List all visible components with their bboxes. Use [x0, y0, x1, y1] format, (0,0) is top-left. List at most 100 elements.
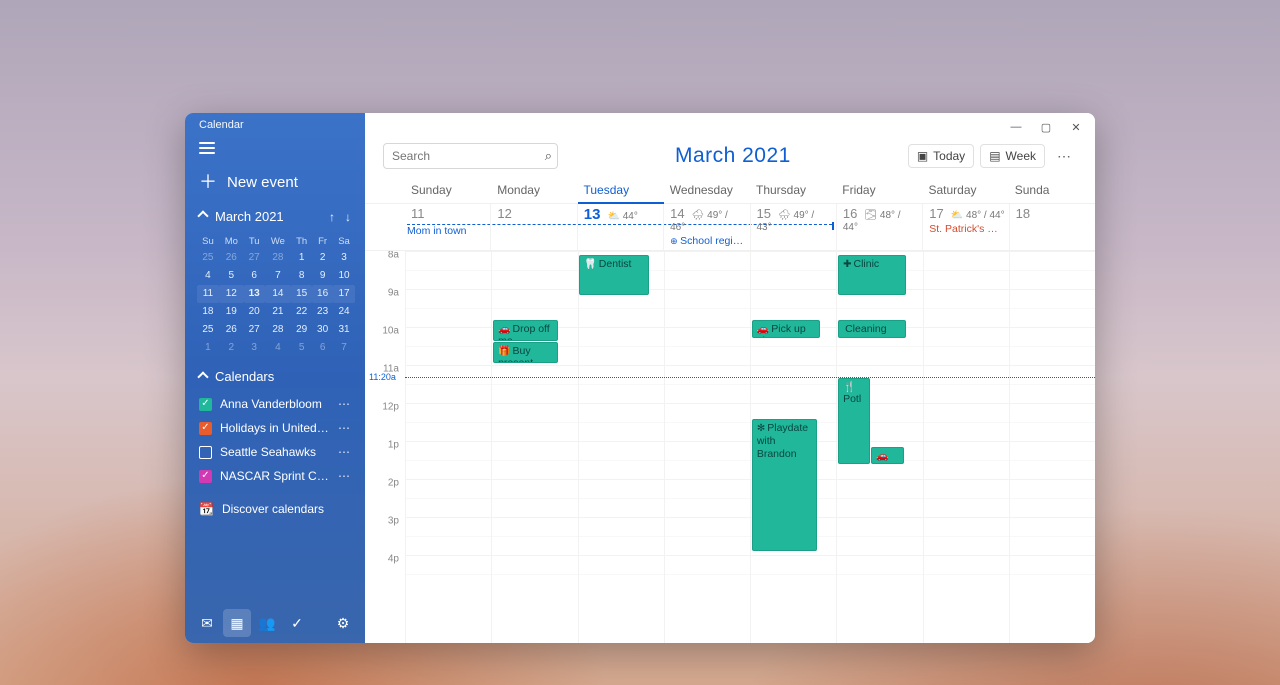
close-button[interactable]: ✕: [1061, 115, 1091, 139]
mini-cal-day[interactable]: 20: [244, 303, 265, 321]
calendar-checkbox[interactable]: [199, 422, 212, 435]
mini-cal-day[interactable]: 6: [312, 339, 333, 357]
day-header[interactable]: Monday: [491, 175, 577, 203]
today-button[interactable]: ▣ Today: [908, 144, 974, 168]
discover-calendars-button[interactable]: 📆 Discover calendars: [185, 492, 365, 526]
calendar-list-item[interactable]: Seattle Seahawks ⋯: [199, 440, 361, 464]
calendar-event[interactable]: Cleaning: [838, 320, 906, 338]
calendar-nav-icon[interactable]: ▦: [223, 609, 251, 637]
mini-cal-day[interactable]: 10: [333, 267, 355, 285]
mini-cal-day[interactable]: 3: [244, 339, 265, 357]
week-view-button[interactable]: ▤ Week: [980, 144, 1045, 168]
date-cell[interactable]: 16 🌫 48° / 44°: [836, 204, 922, 250]
mini-cal-day[interactable]: 30: [312, 321, 333, 339]
day-column[interactable]: [664, 251, 750, 643]
date-cell[interactable]: 13 ⛅ 44°: [577, 204, 663, 250]
calendar-event[interactable]: 🚗Mar: [871, 447, 903, 464]
calendar-list-item[interactable]: Holidays in United States ⋯: [199, 416, 361, 440]
maximize-button[interactable]: ▢: [1031, 115, 1061, 139]
mini-cal-day[interactable]: 27: [244, 321, 265, 339]
calendar-list-item[interactable]: Anna Vanderbloom ⋯: [199, 392, 361, 416]
day-column[interactable]: 🦷Dentist: [578, 251, 664, 643]
hamburger-icon[interactable]: [185, 135, 365, 161]
mini-cal-day[interactable]: 1: [291, 249, 312, 267]
day-header[interactable]: Thursday: [750, 175, 836, 203]
search-icon[interactable]: ⌕: [545, 148, 552, 164]
mini-cal-day[interactable]: 28: [265, 249, 292, 267]
mini-cal-day[interactable]: 11: [197, 285, 219, 303]
mini-cal-day[interactable]: 27: [244, 249, 265, 267]
mini-cal-day[interactable]: 4: [197, 267, 219, 285]
mini-cal-day[interactable]: 26: [219, 249, 244, 267]
allday-event[interactable]: St. Patrick's Day: [929, 223, 1004, 236]
calendar-checkbox[interactable]: [199, 446, 212, 459]
mini-cal-day[interactable]: 19: [219, 303, 244, 321]
mini-cal-day[interactable]: 7: [333, 339, 355, 357]
date-cell[interactable]: 15 🌧 49° / 43°: [750, 204, 836, 250]
more-options-icon[interactable]: ⋯: [1051, 144, 1077, 169]
mini-cal-day[interactable]: 7: [265, 267, 292, 285]
mini-cal-day[interactable]: 31: [333, 321, 355, 339]
search-input[interactable]: [383, 143, 558, 169]
mini-cal-day[interactable]: 22: [291, 303, 312, 321]
mini-cal-day[interactable]: 15: [291, 285, 312, 303]
calendar-event[interactable]: 🎁Buy present: [493, 342, 558, 363]
next-month-arrow[interactable]: ↓: [345, 210, 351, 224]
calendar-checkbox[interactable]: [199, 470, 212, 483]
mini-cal-day[interactable]: 24: [333, 303, 355, 321]
month-navigator[interactable]: March 2021 ↑ ↓: [185, 205, 365, 228]
calendar-event[interactable]: 🍴Potl: [838, 378, 870, 464]
calendar-event[interactable]: ✚Clinic: [838, 255, 906, 295]
calendar-grid[interactable]: 8a9a10a11a12p1p2p3p4p11:20a 🚗Drop off mo…: [365, 251, 1095, 643]
calendar-more-icon[interactable]: ⋯: [338, 397, 351, 411]
mini-cal-day[interactable]: 4: [265, 339, 292, 357]
date-cell[interactable]: 11 Mom in town: [405, 204, 490, 250]
mini-cal-day[interactable]: 25: [197, 321, 219, 339]
mini-cal-day[interactable]: 9: [312, 267, 333, 285]
mini-cal-day[interactable]: 16: [312, 285, 333, 303]
mini-cal-day[interactable]: 12: [219, 285, 244, 303]
mini-cal-day[interactable]: 5: [219, 267, 244, 285]
mini-cal-day[interactable]: 13: [244, 285, 265, 303]
mini-cal-day[interactable]: 8: [291, 267, 312, 285]
mini-cal-day[interactable]: 14: [265, 285, 292, 303]
date-cell[interactable]: 14 🌧 49° / 46° School registrati: [663, 204, 749, 250]
day-header[interactable]: Wednesday: [664, 175, 750, 203]
day-column[interactable]: [405, 251, 491, 643]
mini-cal-day[interactable]: 2: [219, 339, 244, 357]
new-event-button[interactable]: ＋ New event: [185, 161, 365, 205]
calendar-event[interactable]: 🚗Pick up pics: [752, 320, 820, 338]
mail-nav-icon[interactable]: ✉: [193, 609, 221, 637]
date-cell[interactable]: 12: [490, 204, 576, 250]
day-column[interactable]: 🚗Pick up pics ✻Playdate with Brandon: [750, 251, 836, 643]
calendar-more-icon[interactable]: ⋯: [338, 469, 351, 483]
mini-cal-day[interactable]: 29: [291, 321, 312, 339]
day-header[interactable]: Friday: [836, 175, 922, 203]
calendar-list-item[interactable]: NASCAR Sprint Cup ⋯: [199, 464, 361, 488]
mini-cal-day[interactable]: 18: [197, 303, 219, 321]
mini-cal-day[interactable]: 17: [333, 285, 355, 303]
mini-calendar[interactable]: SuMoTuWeThFrSa25262728123456789101112131…: [185, 228, 365, 365]
todo-nav-icon[interactable]: ✓: [283, 609, 311, 637]
mini-cal-day[interactable]: 21: [265, 303, 292, 321]
mini-cal-day[interactable]: 6: [244, 267, 265, 285]
mini-cal-day[interactable]: 2: [312, 249, 333, 267]
day-header[interactable]: Sunda: [1009, 175, 1095, 203]
allday-event[interactable]: School registrati: [670, 235, 745, 248]
day-column[interactable]: 🚗Drop off mo🎁Buy present: [491, 251, 577, 643]
people-nav-icon[interactable]: 👥: [253, 609, 281, 637]
day-header[interactable]: Saturday: [923, 175, 1009, 203]
mini-cal-day[interactable]: 28: [265, 321, 292, 339]
calendar-checkbox[interactable]: [199, 398, 212, 411]
calendars-header[interactable]: Calendars: [185, 365, 365, 388]
mini-cal-day[interactable]: 23: [312, 303, 333, 321]
day-column[interactable]: [1009, 251, 1095, 643]
calendar-more-icon[interactable]: ⋯: [338, 445, 351, 459]
calendar-event[interactable]: 🚗Drop off mo: [493, 320, 558, 341]
mini-cal-day[interactable]: 25: [197, 249, 219, 267]
day-header[interactable]: Tuesday: [578, 175, 664, 203]
calendar-event[interactable]: 🦷Dentist: [579, 255, 649, 295]
calendar-event[interactable]: ✻Playdate with Brandon: [752, 419, 817, 551]
date-cell[interactable]: 17 ⛅ 48° / 44° St. Patrick's Day: [922, 204, 1008, 250]
calendar-more-icon[interactable]: ⋯: [338, 421, 351, 435]
